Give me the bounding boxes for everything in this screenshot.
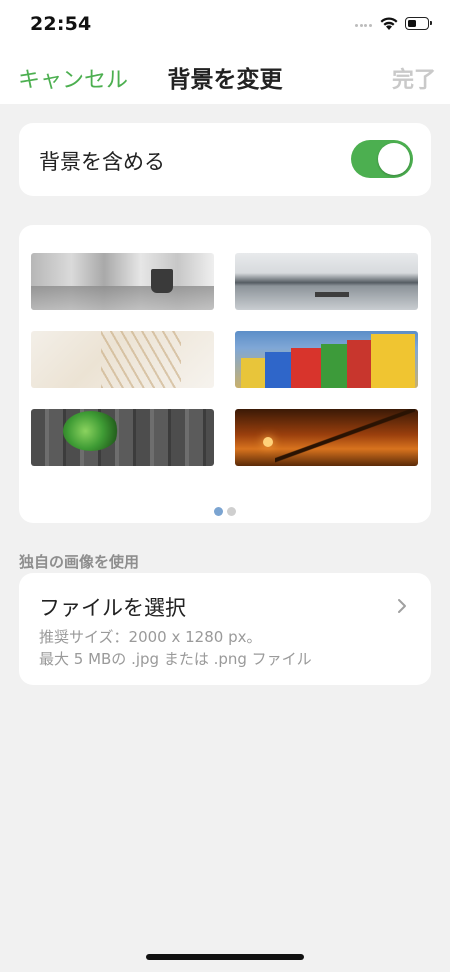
done-button[interactable]: 完了 bbox=[392, 62, 436, 94]
background-gallery bbox=[19, 225, 431, 523]
file-requirements: 推奨サイズ：2000 x 1280 px。 最大 5 MBの .jpg または … bbox=[39, 626, 312, 670]
chevron-right-icon bbox=[398, 599, 406, 613]
own-image-section-title: 独自の画像を使用 bbox=[19, 553, 140, 571]
background-thumbnail-lake[interactable] bbox=[235, 253, 418, 310]
max-size-text: 最大 5 MBの .jpg または .png ファイル bbox=[39, 650, 312, 668]
background-thumbnail-huts[interactable] bbox=[235, 331, 418, 388]
home-indicator[interactable] bbox=[146, 954, 304, 960]
page-title: 背景を変更 bbox=[167, 67, 283, 93]
background-thumbnail-wheat[interactable] bbox=[31, 331, 214, 388]
recommended-size-text: 推奨サイズ：2000 x 1280 px。 bbox=[39, 628, 262, 646]
page-indicator[interactable] bbox=[19, 501, 431, 520]
background-thumbnail-sunset[interactable] bbox=[235, 409, 418, 466]
battery-icon bbox=[405, 17, 432, 30]
include-background-label: 背景を含める bbox=[39, 150, 165, 174]
navigation-bar: キャンセル 背景を変更 完了 bbox=[0, 48, 450, 104]
page-dot-active[interactable] bbox=[214, 507, 223, 516]
include-background-row: 背景を含める bbox=[19, 123, 431, 196]
choose-file-label: ファイルを選択 bbox=[39, 596, 186, 620]
choose-file-row[interactable]: ファイルを選択 推奨サイズ：2000 x 1280 px。 最大 5 MBの .… bbox=[19, 573, 431, 685]
background-thumbnail-ivy[interactable] bbox=[31, 409, 214, 466]
wifi-icon bbox=[380, 17, 398, 30]
status-bar: 22:54 bbox=[0, 0, 450, 48]
include-background-toggle[interactable] bbox=[351, 140, 413, 178]
page-dot[interactable] bbox=[227, 507, 236, 516]
background-thumbnail-office[interactable] bbox=[31, 253, 214, 310]
toggle-knob bbox=[378, 143, 410, 175]
screen: 22:54 キャンセル 背景を変更 完了 背景を含める 独自の画像を使用 ファイ… bbox=[0, 0, 450, 972]
status-time: 22:54 bbox=[30, 13, 92, 35]
signal-icon bbox=[355, 24, 375, 28]
